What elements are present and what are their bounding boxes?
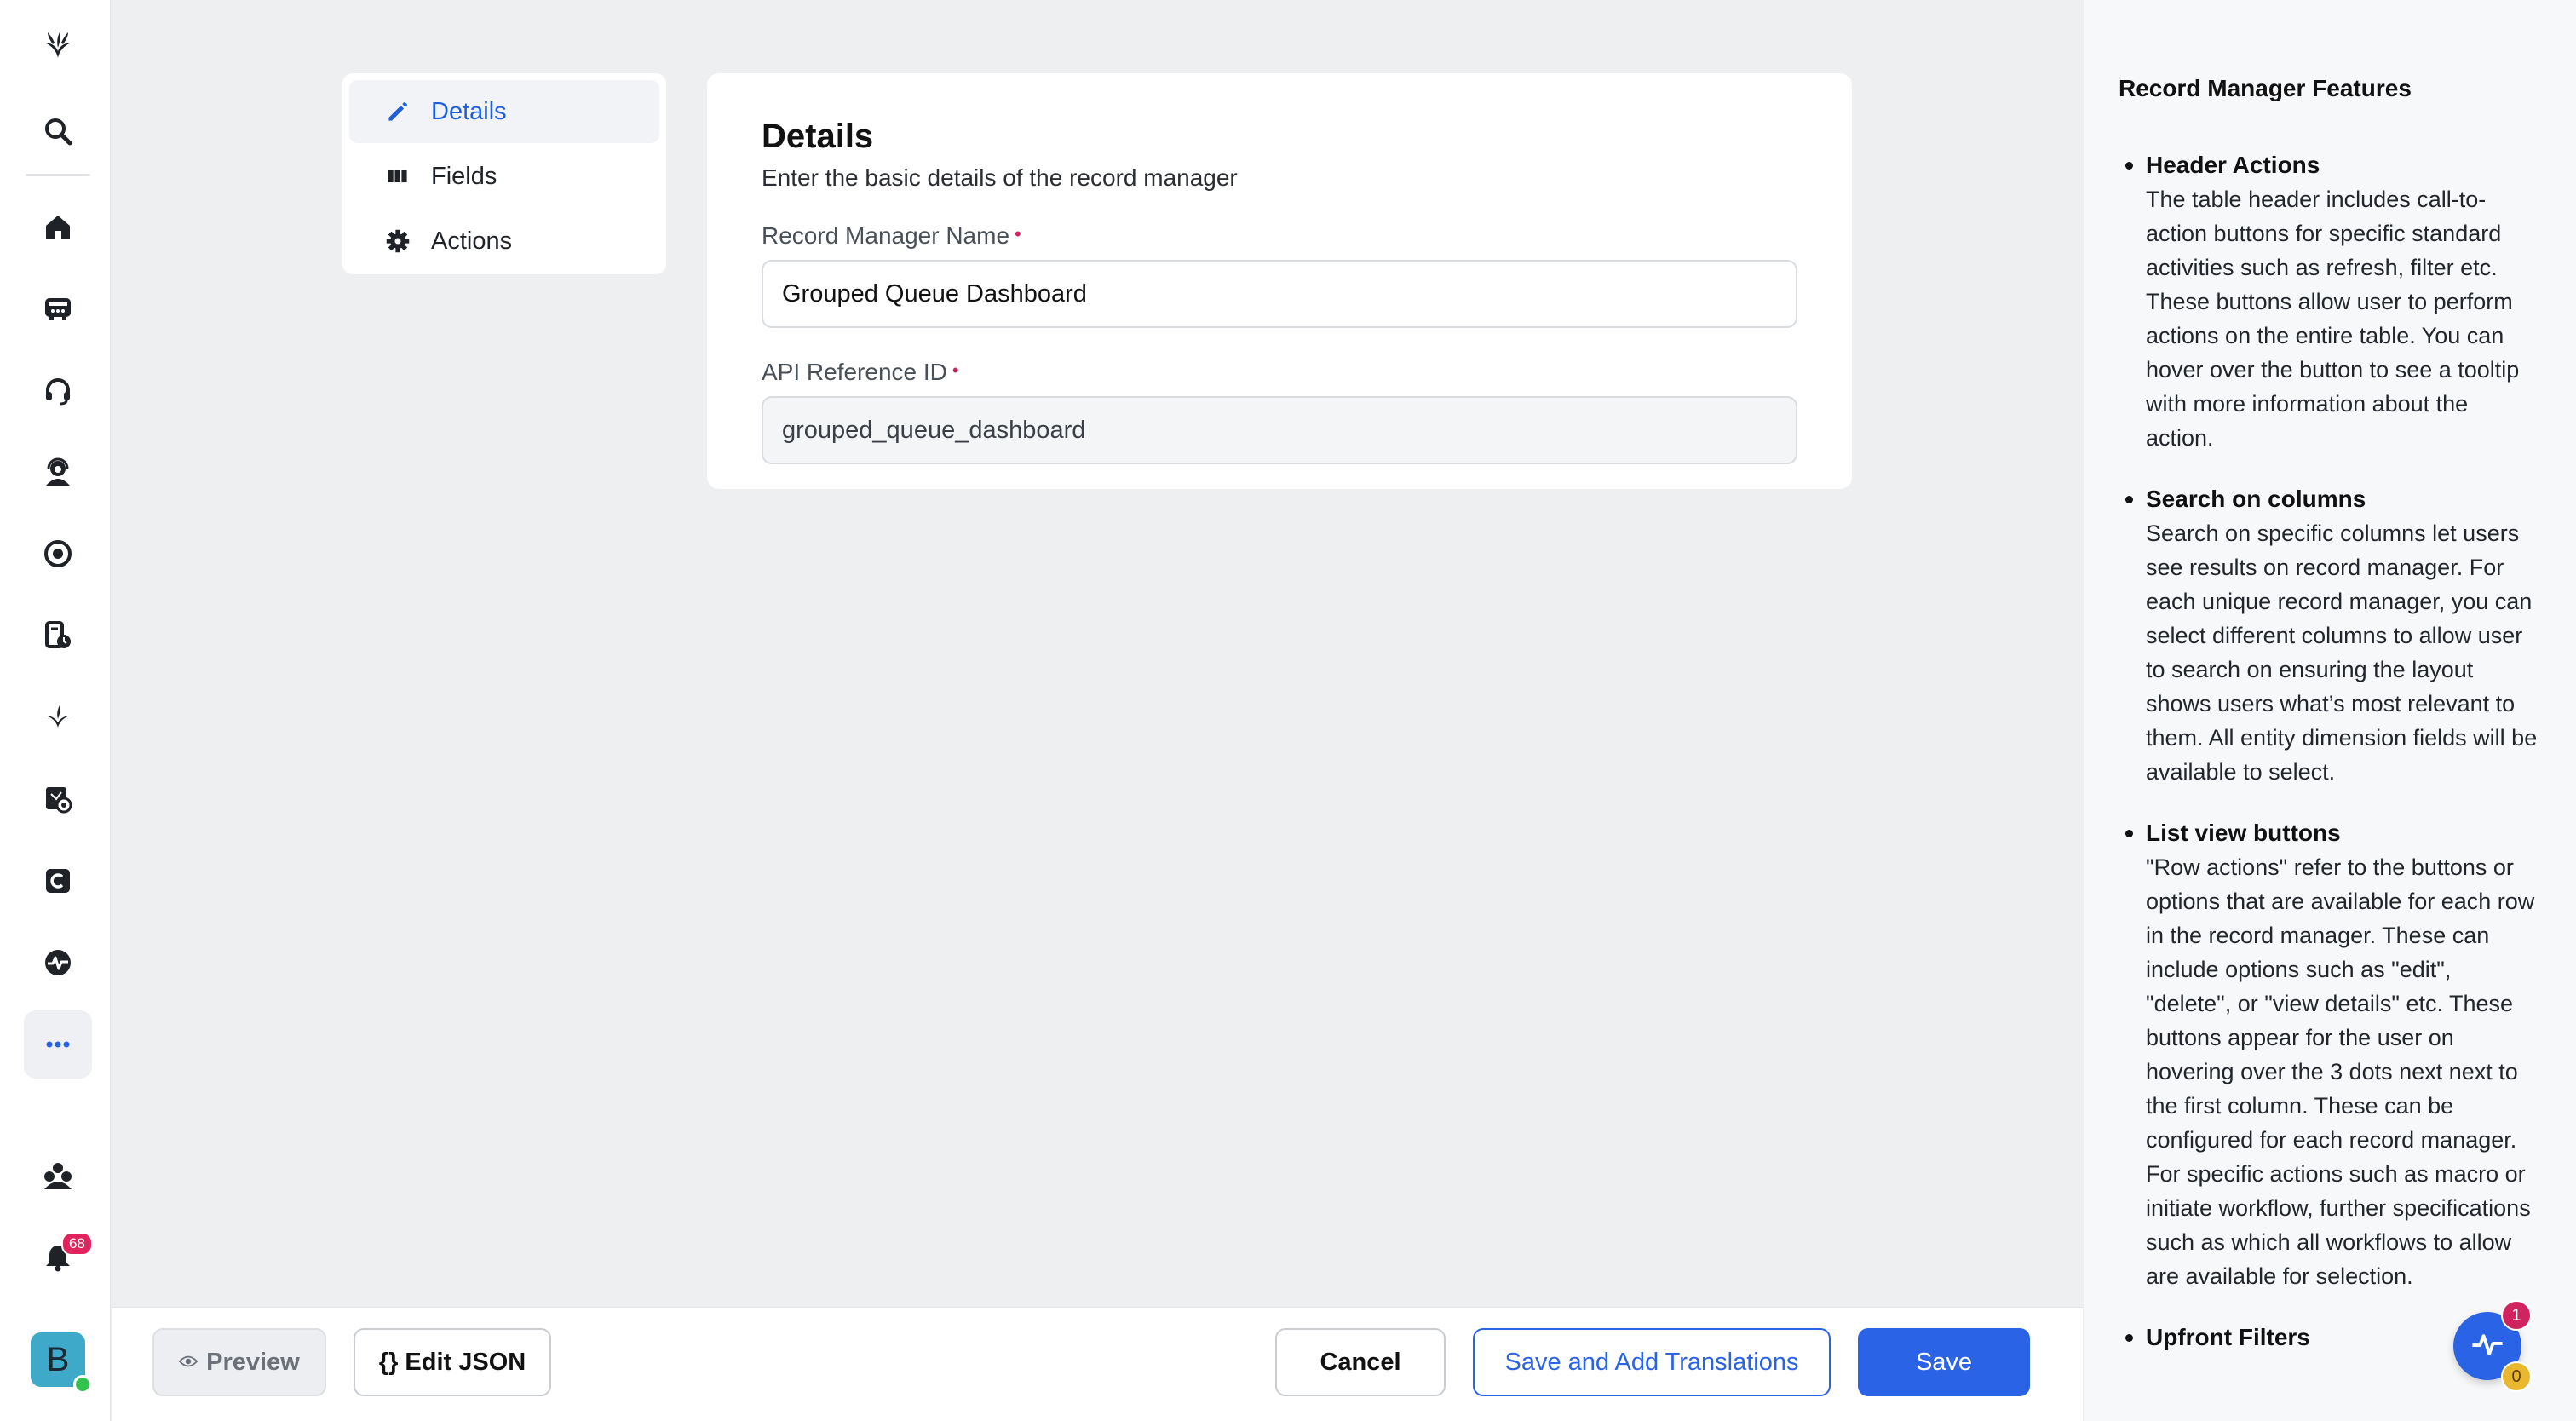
save-button[interactable]: Save (1858, 1328, 2030, 1396)
widget-count-badge: 0 (2501, 1361, 2532, 1392)
logo-icon[interactable] (24, 12, 92, 80)
inbox-icon[interactable] (24, 274, 92, 342)
sprout-icon[interactable] (24, 683, 92, 751)
details-title: Details (762, 118, 874, 155)
help-list: Header Actions The table header includes… (2119, 148, 2542, 1355)
record-manager-name-value: Grouped Queue Dashboard (782, 279, 1087, 308)
record-manager-name-label-text: Record Manager Name (762, 222, 1010, 249)
help-item-title: Header Actions (2146, 152, 2320, 178)
section-nav-details[interactable]: Details (349, 80, 659, 143)
record-manager-name-input[interactable]: Grouped Queue Dashboard (762, 260, 1797, 328)
api-reference-id-value: grouped_queue_dashboard (782, 416, 1086, 444)
help-title: Record Manager Features (2119, 75, 2412, 101)
columns-icon (383, 162, 412, 191)
bell-icon[interactable]: 68 (24, 1223, 93, 1292)
preview-label: Preview (206, 1348, 300, 1376)
home-icon[interactable] (24, 193, 92, 261)
help-item-body: Search on specific columns let users see… (2146, 521, 2538, 785)
help-panel: Record Manager Features Header Actions T… (2084, 0, 2576, 1421)
required-marker: • (1015, 223, 1021, 245)
help-item: List view buttons "Row actions" refer to… (2119, 816, 2542, 1293)
headset-icon[interactable] (24, 356, 92, 424)
pulse-icon (2469, 1326, 2506, 1367)
api-reference-id-label: API Reference ID • (762, 359, 1797, 386)
agent-icon[interactable] (24, 438, 92, 506)
details-subtitle: Enter the basic details of the record ma… (762, 164, 1238, 191)
help-item-title: Search on columns (2146, 486, 2366, 512)
required-marker: • (952, 360, 959, 381)
api-reference-id-input[interactable]: grouped_queue_dashboard (762, 396, 1797, 464)
preview-button[interactable]: Preview (152, 1328, 326, 1396)
details-card: Details Enter the basic details of the r… (707, 73, 1852, 489)
section-nav-fields[interactable]: Fields (349, 145, 659, 208)
section-nav-label: Fields (431, 162, 497, 190)
edit-json-button[interactable]: {} Edit JSON (354, 1328, 551, 1396)
save-label: Save (1915, 1348, 1973, 1376)
save-and-add-translations-label: Save and Add Translations (1504, 1348, 1799, 1376)
footer-bar: Preview {} Edit JSON Cancel Save and Add… (112, 1307, 2083, 1421)
section-nav-actions[interactable]: Actions (349, 210, 659, 273)
edit-json-label: {} Edit JSON (378, 1348, 526, 1376)
record-icon[interactable] (24, 520, 92, 588)
help-item-body: The table header includes call-to-action… (2146, 187, 2520, 451)
help-item-title: List view buttons (2146, 820, 2341, 846)
notification-count-badge: 68 (61, 1232, 93, 1256)
section-nav-label: Actions (431, 227, 513, 255)
cancel-button[interactable]: Cancel (1275, 1328, 1446, 1396)
cancel-label: Cancel (1320, 1348, 1401, 1376)
help-item: Header Actions The table header includes… (2119, 148, 2542, 455)
online-status-dot (73, 1375, 92, 1394)
pencil-icon (383, 97, 412, 126)
widget-alert-badge: 1 (2501, 1300, 2532, 1331)
help-item-body: "Row actions" refer to the buttons or op… (2146, 854, 2535, 1289)
community-icon[interactable] (24, 1142, 92, 1210)
avatar-initial: B (46, 1340, 70, 1378)
avatar[interactable]: B (31, 1332, 92, 1394)
api-reference-id-label-text: API Reference ID (762, 359, 947, 385)
rail-divider (26, 174, 90, 176)
eye-icon (178, 1351, 198, 1373)
save-and-add-translations-button[interactable]: Save and Add Translations (1473, 1328, 1831, 1396)
section-nav-label: Details (431, 97, 507, 125)
record-manager-name-label: Record Manager Name • (762, 222, 1797, 250)
more-icon[interactable] (24, 1010, 92, 1079)
pulse-icon[interactable] (24, 929, 92, 997)
help-item: Search on columns Search on specific col… (2119, 482, 2542, 789)
monitor-icon[interactable] (24, 765, 92, 833)
section-nav: Details Fields Actions (342, 73, 666, 274)
pulse-widget-button[interactable]: 1 0 (2453, 1300, 2532, 1392)
left-navigation-rail: 68 B (0, 0, 111, 1421)
report-icon[interactable] (24, 601, 92, 670)
c-app-icon[interactable] (24, 847, 92, 915)
gear-icon (383, 227, 412, 256)
search-icon[interactable] (24, 97, 92, 165)
